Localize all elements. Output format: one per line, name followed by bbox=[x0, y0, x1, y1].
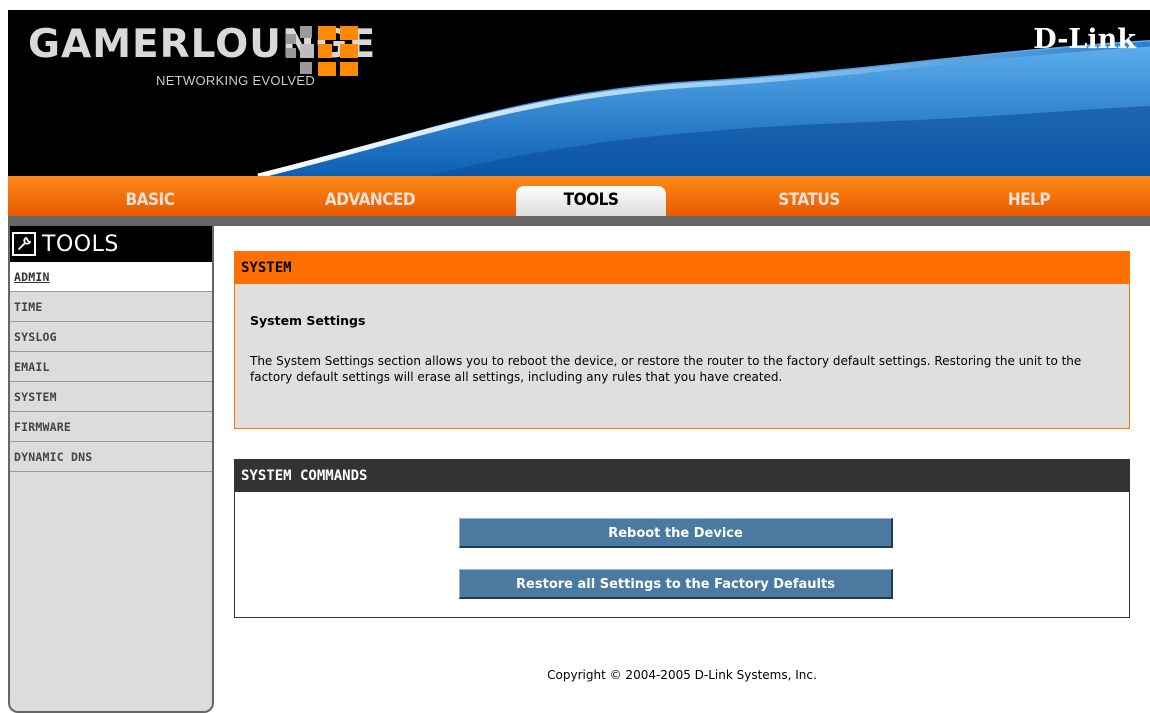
tab-basic[interactable]: BASIC bbox=[75, 186, 225, 216]
copyright-footer: Copyright © 2004-2005 D-Link Systems, In… bbox=[547, 668, 817, 682]
sidebar-title: TOOLS bbox=[42, 231, 119, 257]
wrench-icon bbox=[12, 232, 36, 256]
tab-advanced[interactable]: ADVANCED bbox=[295, 186, 445, 216]
system-panel: SYSTEM System Settings The System Settin… bbox=[234, 251, 1130, 429]
system-settings-description: The System Settings section allows you t… bbox=[250, 354, 1082, 384]
tab-status[interactable]: STATUS bbox=[734, 186, 884, 216]
sidebar-item-firmware[interactable]: FIRMWARE bbox=[10, 412, 212, 442]
sidebar-header: TOOLS bbox=[10, 226, 212, 262]
header-banner: GAMERLOUNGE NETWORKING EVOLVED D-Link bbox=[8, 10, 1150, 176]
system-panel-title: SYSTEM bbox=[235, 252, 1129, 284]
dlink-brand: D-Link bbox=[1033, 24, 1136, 55]
tab-tools[interactable]: TOOLS bbox=[516, 186, 666, 216]
sidebar-item-admin[interactable]: ADMIN bbox=[10, 262, 212, 292]
sidebar-item-time[interactable]: TIME bbox=[10, 292, 212, 322]
sidebar-item-dynamic-dns[interactable]: DYNAMIC DNS bbox=[10, 442, 212, 472]
sidebar-item-system[interactable]: SYSTEM bbox=[10, 382, 212, 412]
system-commands-panel: SYSTEM COMMANDS Reboot the Device Restor… bbox=[234, 459, 1130, 618]
system-commands-title: SYSTEM COMMANDS bbox=[235, 460, 1129, 492]
restore-factory-defaults-button[interactable]: Restore all Settings to the Factory Defa… bbox=[459, 569, 893, 599]
sidebar-item-syslog[interactable]: SYSLOG bbox=[10, 322, 212, 352]
system-settings-heading: System Settings bbox=[250, 313, 366, 328]
sidebar: TOOLS ADMIN TIME SYSLOG EMAIL SYSTEM FIR… bbox=[8, 226, 214, 713]
reboot-device-button[interactable]: Reboot the Device bbox=[459, 518, 893, 548]
logo-mark-icon bbox=[286, 26, 358, 76]
tab-help[interactable]: HELP bbox=[954, 186, 1104, 216]
main-tab-bar: BASIC ADVANCED TOOLS STATUS HELP bbox=[8, 176, 1150, 216]
tab-bar-divider bbox=[8, 216, 1150, 226]
sidebar-item-email[interactable]: EMAIL bbox=[10, 352, 212, 382]
